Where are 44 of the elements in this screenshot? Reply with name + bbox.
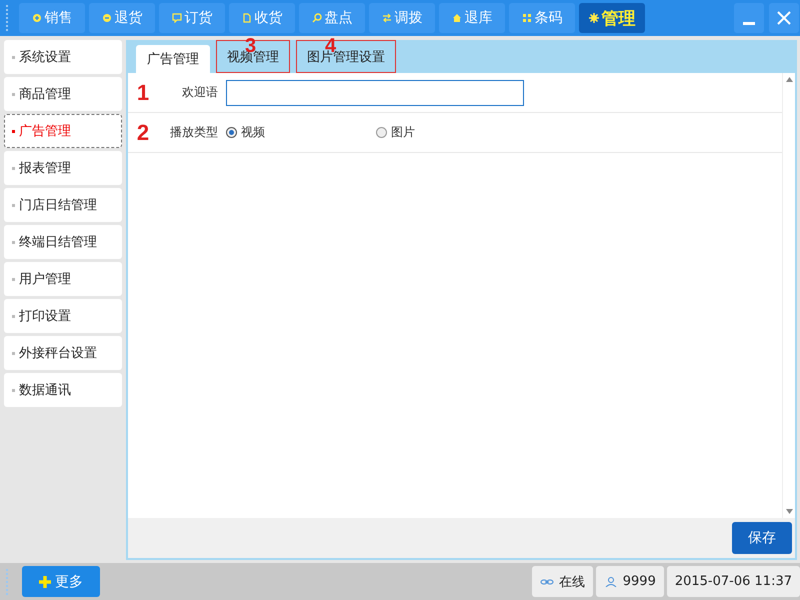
annotation-number: 2 [136,120,150,146]
scroll-up-icon[interactable] [786,77,792,82]
field-label: 播放类型 [169,124,218,141]
nav-tab[interactable]: 管理 [579,3,645,33]
sidebar-item[interactable]: 外接秤台设置 [4,336,122,370]
input-field[interactable] [226,80,524,106]
sidebar-item[interactable]: 商品管理 [4,77,122,111]
more-button[interactable]: 更多 [22,566,100,597]
annotation-number: 1 [136,80,150,106]
tab[interactable]: 广告管理 [136,45,210,73]
sidebar-item[interactable]: 报表管理 [4,151,122,185]
option-label: 视频 [241,124,265,141]
sidebar-item[interactable]: 打印设置 [4,299,122,333]
user-icon [604,576,618,586]
arrows-icon [382,13,392,23]
speech-bubble-icon [172,13,182,23]
user-indicator: 9999 [596,566,664,597]
sidebar-item[interactable]: 系统设置 [4,40,122,74]
sidebar-item[interactable]: 数据通讯 [4,373,122,407]
document-icon [242,13,252,23]
scrollbar[interactable] [782,73,795,518]
plus-icon [32,13,42,23]
house-icon [452,13,462,23]
radio-button[interactable] [376,127,387,138]
close-icon [776,10,792,26]
option-label: 图片 [391,124,415,141]
gear-icon [588,13,598,23]
save-button[interactable]: 保存 [732,522,792,554]
datetime-label: 2015-07-06 11:37 [666,566,800,597]
status-indicator: 在线 [532,566,593,597]
minus-icon [102,13,112,23]
sidebar-item[interactable]: 门店日结管理 [4,188,122,222]
scroll-down-icon[interactable] [786,509,792,514]
sidebar-item[interactable]: 用户管理 [4,262,122,296]
plus-icon [39,576,51,588]
minimize-button[interactable] [734,3,764,33]
sidebar-item[interactable]: 广告管理 [4,114,122,148]
sidebar-item[interactable]: 终端日结管理 [4,225,122,259]
grid-icon [522,13,532,23]
link-icon [540,576,554,586]
close-button[interactable] [769,3,799,33]
minimize-icon [743,22,755,24]
field-label: 欢迎语 [181,84,218,101]
radio-button[interactable] [226,127,237,138]
